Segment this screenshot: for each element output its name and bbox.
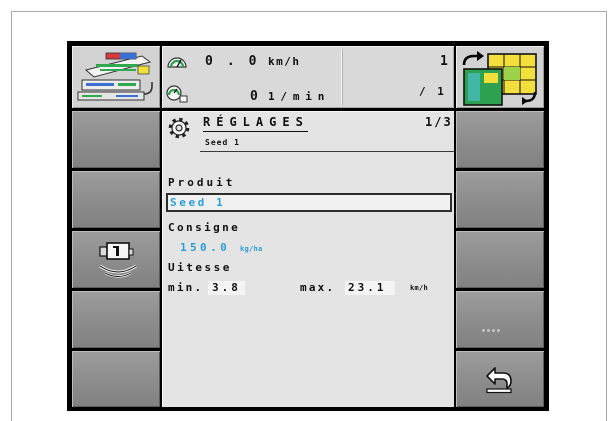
max-speed-value[interactable]: 23.1 bbox=[348, 281, 387, 295]
section-control-icon bbox=[462, 51, 537, 106]
product-input[interactable]: Seed 1 bbox=[166, 193, 452, 212]
right-softkey-3[interactable] bbox=[456, 171, 544, 228]
calibration-softkey[interactable] bbox=[72, 231, 160, 288]
counter-current: 1 bbox=[440, 54, 448, 69]
seeder-machine-icon bbox=[77, 52, 153, 101]
setpoint-unit: kg/ha bbox=[240, 245, 263, 253]
speed-value: 0.0 bbox=[205, 54, 271, 69]
page-subtitle: Seed 1 bbox=[205, 138, 240, 147]
settings-panel: RÉGLAGES 1/3 Seed 1 Produit Seed 1 Consi… bbox=[162, 111, 454, 407]
setpoint-value[interactable]: 150.0 bbox=[180, 241, 230, 255]
rpm-value: 0 bbox=[250, 89, 258, 104]
page-indicator: 1/3 bbox=[425, 115, 453, 129]
speed-range-label: Uitesse bbox=[168, 261, 232, 274]
more-dots-icon bbox=[482, 329, 500, 333]
more-softkey[interactable] bbox=[456, 291, 544, 348]
terminal-screen: 0.0 km/h 0 1/min 1 / 1 RÉGLAGES 1/3 Seed… bbox=[67, 41, 549, 411]
settings-gear-icon bbox=[168, 117, 190, 139]
right-softkey-column bbox=[456, 41, 544, 411]
title-underline bbox=[203, 131, 308, 132]
calibration-test-icon bbox=[99, 242, 137, 278]
left-softkey-2[interactable] bbox=[72, 111, 160, 168]
rpm-gauge-icon bbox=[166, 85, 188, 103]
speedometer-icon bbox=[167, 57, 187, 68]
right-softkey-4[interactable] bbox=[456, 231, 544, 288]
max-speed-label: max. bbox=[300, 281, 336, 294]
min-speed-value[interactable]: 3.8 bbox=[212, 281, 241, 295]
machine-softkey[interactable] bbox=[72, 46, 160, 108]
header-separator bbox=[200, 151, 454, 152]
speed-unit: km/h bbox=[268, 55, 301, 68]
section-control-softkey[interactable] bbox=[456, 46, 544, 108]
setpoint-label: Consigne bbox=[168, 221, 241, 234]
left-softkey-6[interactable] bbox=[72, 351, 160, 407]
left-softkey-3[interactable] bbox=[72, 171, 160, 228]
left-softkey-5[interactable] bbox=[72, 291, 160, 348]
status-divider bbox=[341, 49, 342, 105]
product-label: Produit bbox=[168, 176, 236, 189]
min-speed-label: min. bbox=[168, 281, 204, 294]
right-softkey-2[interactable] bbox=[456, 111, 544, 168]
left-softkey-column bbox=[72, 41, 160, 411]
rpm-unit: 1/min bbox=[268, 90, 331, 103]
status-bar: 0.0 km/h 0 1/min 1 / 1 bbox=[162, 46, 454, 108]
page-title: RÉGLAGES bbox=[203, 115, 309, 129]
speed-range-unit: km/h bbox=[410, 284, 429, 292]
return-icon bbox=[486, 367, 512, 394]
product-value: Seed 1 bbox=[170, 196, 226, 209]
counter-total: / 1 bbox=[419, 85, 447, 98]
return-softkey[interactable] bbox=[456, 351, 544, 407]
